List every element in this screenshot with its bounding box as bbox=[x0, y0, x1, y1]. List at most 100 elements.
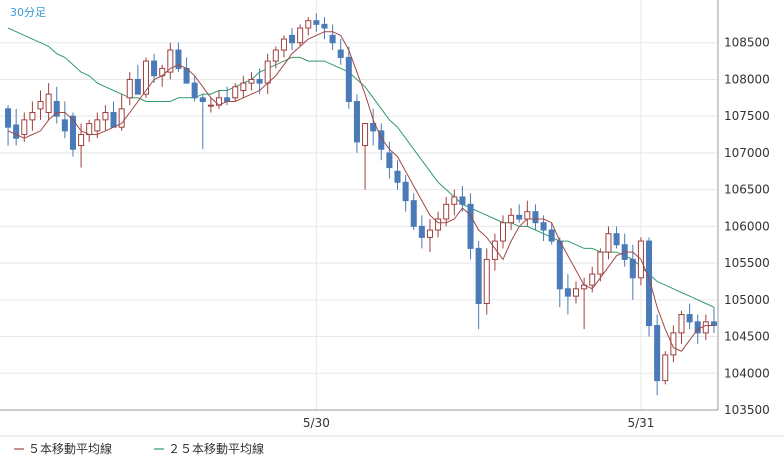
candle-body bbox=[110, 112, 117, 128]
candle-body bbox=[654, 325, 661, 382]
legend-label: ２５本移動平均線 bbox=[168, 441, 264, 456]
candle bbox=[353, 94, 360, 153]
candle bbox=[264, 53, 271, 95]
candle bbox=[516, 204, 523, 223]
candle-body bbox=[305, 20, 312, 29]
candle-body bbox=[572, 288, 580, 297]
candle bbox=[362, 123, 369, 190]
candle-body bbox=[426, 229, 433, 238]
candle-body bbox=[142, 60, 150, 95]
candle bbox=[524, 200, 531, 227]
candle-body bbox=[702, 321, 709, 334]
y-tick-label: 107500 bbox=[724, 109, 770, 123]
y-tick-label: 108000 bbox=[724, 72, 770, 86]
candle-body bbox=[248, 78, 255, 84]
chart-canvas: 108500 108000 107500 107000 106500 106000 1055… bbox=[0, 0, 784, 456]
candle-body bbox=[499, 222, 507, 242]
candle-body bbox=[524, 211, 531, 220]
candle bbox=[613, 226, 620, 249]
candle-body bbox=[362, 123, 369, 147]
candle-body bbox=[386, 152, 393, 169]
candle bbox=[280, 35, 287, 58]
candle-body bbox=[459, 196, 466, 205]
candle bbox=[451, 189, 458, 216]
candle-body bbox=[29, 112, 36, 121]
candle-body bbox=[394, 170, 401, 183]
legend-label: ５本移動平均線 bbox=[28, 441, 112, 456]
candle-body bbox=[199, 97, 206, 102]
candle bbox=[110, 101, 117, 128]
candle bbox=[175, 42, 182, 73]
candle bbox=[499, 215, 507, 249]
candle bbox=[167, 42, 174, 80]
candle-body bbox=[37, 100, 44, 110]
candle bbox=[45, 83, 52, 120]
candle bbox=[118, 94, 125, 131]
candle bbox=[646, 237, 653, 337]
candle bbox=[629, 244, 636, 300]
candle-body bbox=[61, 119, 68, 132]
candle bbox=[467, 193, 474, 260]
candle-body bbox=[540, 222, 547, 231]
candle bbox=[134, 64, 141, 95]
candle-body bbox=[151, 60, 158, 77]
candle-body bbox=[410, 200, 417, 227]
candle-body bbox=[467, 203, 474, 249]
x-tick-label: 5/31 bbox=[627, 416, 654, 430]
y-tick-label: 104000 bbox=[724, 366, 770, 380]
candle-body bbox=[13, 124, 20, 139]
candle bbox=[37, 90, 44, 120]
candle-body bbox=[329, 34, 336, 44]
candle-body bbox=[289, 34, 296, 44]
candle-body bbox=[21, 119, 28, 136]
candle-body bbox=[589, 273, 596, 286]
candle bbox=[329, 24, 336, 51]
candle-body bbox=[240, 82, 247, 91]
candle-body bbox=[280, 38, 287, 51]
candle-body bbox=[451, 196, 458, 205]
candle bbox=[126, 72, 133, 106]
candle-body bbox=[78, 134, 85, 147]
candle bbox=[654, 314, 661, 396]
candle-body bbox=[508, 214, 515, 224]
candle bbox=[13, 108, 20, 146]
candle bbox=[199, 94, 206, 150]
candle-body bbox=[710, 321, 717, 327]
candle-body bbox=[224, 97, 231, 102]
candle bbox=[378, 123, 385, 161]
y-tick-label: 105500 bbox=[724, 256, 770, 270]
candle-body bbox=[597, 251, 604, 275]
y-tick-label: 106000 bbox=[724, 219, 770, 233]
candle-body bbox=[532, 211, 539, 224]
candle bbox=[475, 241, 482, 330]
candle-body bbox=[232, 86, 239, 99]
candle bbox=[564, 274, 571, 315]
candle bbox=[418, 215, 425, 249]
candle-body bbox=[297, 27, 304, 44]
candle bbox=[394, 160, 401, 190]
candle-body bbox=[94, 119, 101, 132]
candle bbox=[86, 119, 93, 142]
candle-body bbox=[613, 233, 620, 246]
candle-body bbox=[69, 115, 76, 150]
candle bbox=[142, 57, 150, 98]
y-tick-label: 108500 bbox=[724, 36, 770, 50]
candle-body bbox=[345, 56, 352, 102]
candle-body bbox=[548, 229, 555, 242]
candle bbox=[102, 105, 109, 131]
timeframe-label: 30分足 bbox=[10, 6, 46, 19]
candle bbox=[605, 226, 612, 260]
candle bbox=[686, 303, 693, 330]
candle-body bbox=[629, 258, 636, 279]
candle-body bbox=[475, 247, 482, 304]
candle bbox=[289, 28, 296, 51]
candle-body bbox=[678, 314, 685, 334]
candle-body bbox=[337, 49, 344, 58]
candle bbox=[597, 248, 604, 282]
candle bbox=[61, 101, 68, 139]
candle-body bbox=[191, 82, 198, 99]
candle-body bbox=[662, 354, 669, 382]
candle-body bbox=[207, 104, 214, 107]
candle bbox=[662, 351, 669, 385]
y-tick-label: 106500 bbox=[724, 183, 770, 197]
